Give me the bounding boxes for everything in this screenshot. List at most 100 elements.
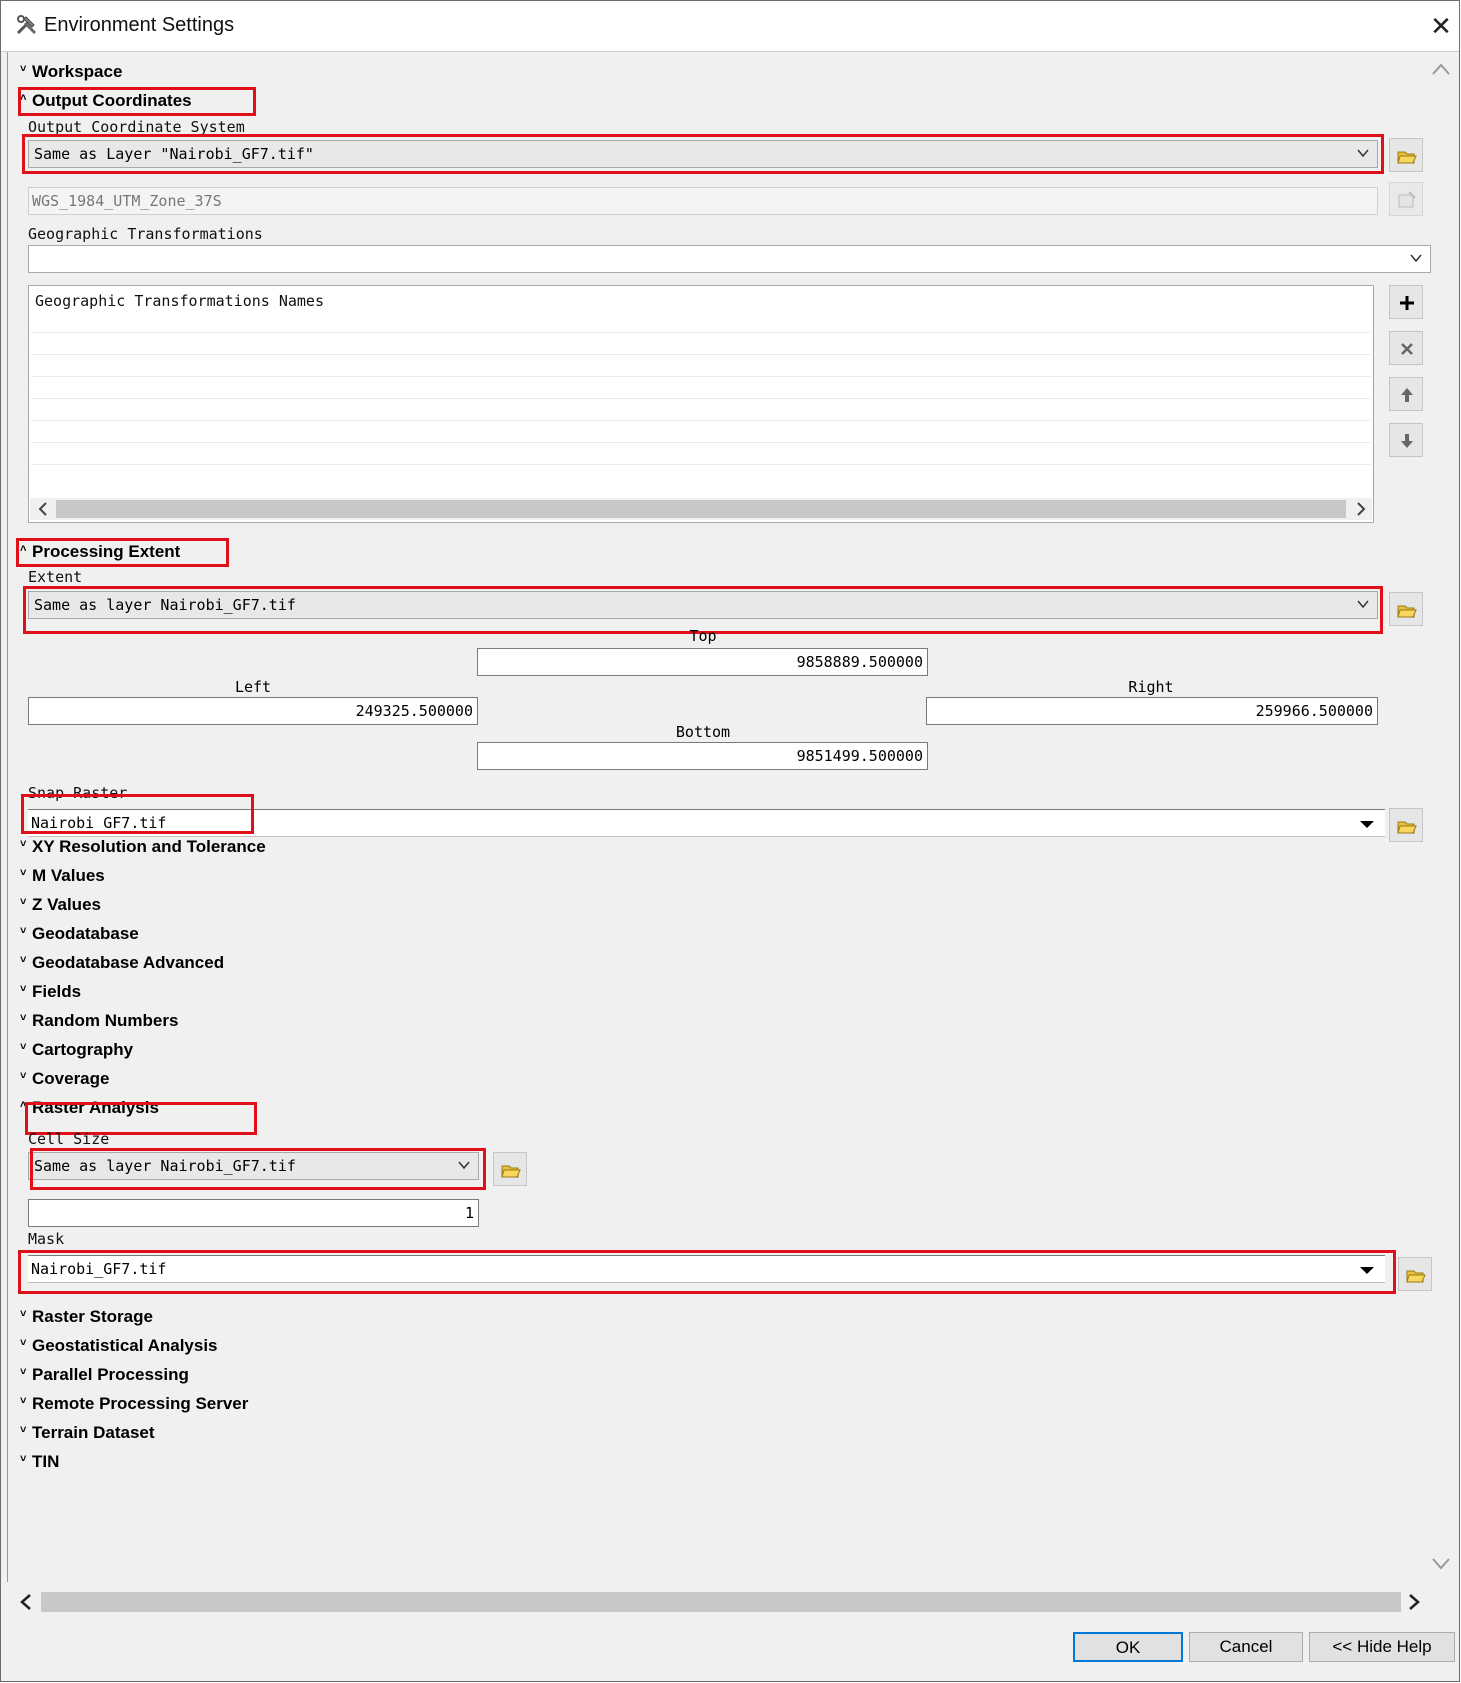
crs-properties-button[interactable]	[1389, 182, 1423, 216]
chevron-down-icon: ˅	[20, 896, 27, 908]
ok-button[interactable]: OK	[1073, 1632, 1183, 1662]
chevron-down-icon	[1410, 250, 1422, 263]
title-bar: Environment Settings ✕	[1, 1, 1459, 52]
folder-open-icon	[1406, 1270, 1426, 1283]
section-workspace[interactable]: ˅ Workspace	[20, 62, 122, 82]
ocs-browse-button[interactable]	[1389, 138, 1423, 172]
section-label: Fields	[32, 982, 82, 1001]
list-item[interactable]	[31, 398, 1371, 399]
bottom-input[interactable]: 9851499.500000	[477, 742, 928, 770]
cell-size-number-input[interactable]: 1	[28, 1199, 479, 1227]
crs-name-field: WGS_1984_UTM_Zone_37S	[28, 187, 1378, 215]
bottom-label: Bottom	[675, 723, 731, 741]
folder-open-icon	[1397, 821, 1417, 834]
section-parallel-processing[interactable]: ˅ Parallel Processing	[20, 1365, 189, 1385]
section-label: Workspace	[32, 62, 123, 81]
chevron-down-icon: ˅	[20, 1070, 27, 1082]
extent-browse-button[interactable]	[1389, 592, 1423, 626]
bottom-value: 9851499.500000	[796, 747, 923, 765]
chevron-down-icon: ˅	[20, 1366, 27, 1378]
list-item[interactable]	[31, 332, 1371, 333]
section-tin[interactable]: ˅ TIN	[20, 1452, 59, 1472]
scroll-left-icon[interactable]	[38, 502, 48, 521]
left-value: 249325.500000	[355, 702, 473, 720]
close-button[interactable]: ✕	[1426, 11, 1456, 41]
right-label: Right	[1128, 678, 1174, 696]
annotation-box	[21, 794, 254, 834]
snap-raster-browse-button[interactable]	[1389, 808, 1423, 842]
chevron-down-icon: ˅	[20, 1012, 27, 1024]
section-fields[interactable]: ˅ Fields	[20, 982, 81, 1002]
right-input[interactable]: 259966.500000	[926, 697, 1378, 725]
section-label: Geodatabase Advanced	[32, 953, 225, 972]
window-title: Environment Settings	[44, 14, 235, 36]
scroll-thumb[interactable]	[41, 1592, 1401, 1612]
chevron-down-icon: ˅	[20, 925, 27, 937]
annotation-box	[18, 87, 256, 116]
annotation-box	[30, 1148, 486, 1190]
annotation-box	[18, 1250, 1396, 1294]
scroll-thumb[interactable]	[56, 500, 1346, 518]
tools-icon	[15, 13, 39, 42]
section-random-numbers[interactable]: ˅ Random Numbers	[20, 1011, 178, 1031]
right-value: 259966.500000	[1255, 702, 1373, 720]
chevron-down-icon: ˅	[20, 1424, 27, 1436]
move-up-button[interactable]	[1389, 377, 1423, 411]
plus-icon	[1400, 296, 1414, 310]
hide-help-button[interactable]: << Hide Help	[1309, 1632, 1455, 1662]
scroll-down-icon[interactable]	[1431, 1557, 1451, 1576]
section-geostatistical-analysis[interactable]: ˅ Geostatistical Analysis	[20, 1336, 218, 1356]
move-down-button[interactable]	[1389, 423, 1423, 457]
section-geodatabase[interactable]: ˅ Geodatabase	[20, 924, 139, 944]
section-label: Geostatistical Analysis	[32, 1336, 218, 1355]
geo-trans-combo[interactable]	[28, 245, 1431, 273]
mask-label: Mask	[28, 1230, 65, 1248]
list-item[interactable]	[31, 354, 1371, 355]
cell-size-label: Cell Size	[28, 1130, 110, 1148]
section-cartography[interactable]: ˅ Cartography	[20, 1040, 133, 1060]
panel-hscrollbar[interactable]	[15, 1589, 1427, 1615]
chevron-down-icon: ˅	[20, 1453, 27, 1465]
section-label: Geodatabase	[32, 924, 139, 943]
section-label: M Values	[32, 866, 105, 885]
top-input[interactable]: 9858889.500000	[477, 648, 928, 676]
chevron-down-icon: ˅	[20, 983, 27, 995]
scroll-right-icon[interactable]	[1407, 1593, 1421, 1616]
chevron-down-icon: ˅	[20, 1041, 27, 1053]
section-z-values[interactable]: ˅ Z Values	[20, 895, 101, 915]
chevron-down-icon: ˅	[20, 1308, 27, 1320]
list-item[interactable]	[31, 376, 1371, 377]
list-item[interactable]	[31, 420, 1371, 421]
mask-browse-button[interactable]	[1398, 1257, 1432, 1291]
section-raster-storage[interactable]: ˅ Raster Storage	[20, 1307, 153, 1327]
scroll-up-icon[interactable]	[1431, 62, 1451, 81]
section-label: Cartography	[32, 1040, 134, 1059]
cancel-button[interactable]: Cancel	[1189, 1632, 1303, 1662]
section-geodatabase-advanced[interactable]: ˅ Geodatabase Advanced	[20, 953, 224, 973]
list-item[interactable]	[31, 464, 1371, 465]
list-item[interactable]	[31, 442, 1371, 443]
section-remote-processing-server[interactable]: ˅ Remote Processing Server	[20, 1394, 248, 1414]
section-coverage[interactable]: ˅ Coverage	[20, 1069, 109, 1089]
cell-size-browse-button[interactable]	[493, 1152, 527, 1186]
geo-trans-names-list[interactable]: Geographic Transformations Names	[28, 285, 1374, 523]
section-m-values[interactable]: ˅ M Values	[20, 866, 105, 886]
chevron-down-icon: ˅	[20, 1337, 27, 1349]
scroll-right-icon[interactable]	[1356, 502, 1366, 521]
remove-transformation-button[interactable]	[1389, 331, 1423, 365]
section-xy-resolution[interactable]: ˅ XY Resolution and Tolerance	[20, 837, 266, 857]
section-terrain-dataset[interactable]: ˅ Terrain Dataset	[20, 1423, 155, 1443]
top-label: Top	[689, 627, 717, 645]
left-input[interactable]: 249325.500000	[28, 697, 478, 725]
dropdown-arrow-icon	[1360, 821, 1374, 828]
folder-open-icon	[1397, 151, 1417, 164]
chevron-down-icon: ˅	[20, 1395, 27, 1407]
add-transformation-button[interactable]	[1389, 285, 1423, 319]
geo-trans-label: Geographic Transformations	[28, 225, 263, 243]
arrow-down-icon	[1401, 434, 1413, 448]
chevron-down-icon: ˅	[20, 867, 27, 879]
chevron-down-icon: ˅	[20, 838, 27, 850]
list-hscrollbar[interactable]	[30, 498, 1372, 520]
section-label: Z Values	[32, 895, 101, 914]
scroll-left-icon[interactable]	[19, 1593, 33, 1616]
